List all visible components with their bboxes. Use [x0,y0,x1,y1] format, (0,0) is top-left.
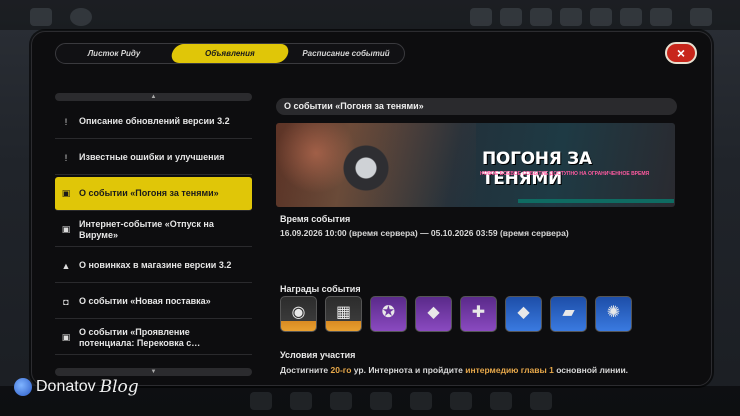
reward-glyph: ✚ [471,304,486,322]
reward-glyph: ▰ [562,304,575,322]
announcement-content: О событии «Погоня за тенями» ПОГОНЯ ЗА Т… [276,98,677,375]
reward-car-pink-icon[interactable]: ◆ [415,296,452,332]
rewards-heading: Награды события [280,284,361,294]
list-item[interactable]: ▲ О новинках в магазине версии 3.2 [55,249,252,283]
gift-icon: ◘ [63,296,69,307]
list-item[interactable]: ◘ О событии «Новая поставка» [55,285,252,319]
hud-icon [530,8,552,26]
calendar-icon: ▣ [61,224,71,234]
bell-icon: ▲ [61,260,71,271]
tab-bar: Листок Риду Объявления Расписание событи… [55,43,405,64]
list-item-label: О событии «Проявление потенциала: Переко… [79,326,201,348]
list-item-label: Интернет-событие «Отпуск на Вируме» [79,218,214,240]
scroll-down-button[interactable]: ▼ [55,368,252,376]
reward-tire-icon[interactable]: ◉ [280,296,317,332]
watermark: Donatov Blog [14,377,139,397]
hud-top-bar [0,0,740,30]
hud-icon [450,392,472,410]
reward-glyph: ◆ [517,304,530,322]
hud-icon [500,8,522,26]
time-text: 16.09.2026 10:00 (время сервера) — 05.10… [280,228,569,238]
hud-icon [330,392,352,410]
close-button[interactable]: × [665,42,697,64]
reward-film-icon[interactable]: ▦ [325,296,362,332]
hud-icon [370,392,392,410]
tab-ridu-sheet[interactable]: Листок Риду [56,44,172,63]
hud-avatar-icon [70,8,92,26]
hud-icon [470,8,492,26]
list-item-label: О новинках в магазине версии 3.2 [79,260,232,270]
rewards-row: ◉ ▦ ✪ ◆ ✚ ◆ ▰ ✺ [280,296,632,332]
conditions-heading: Условия участия [280,350,356,360]
reward-glyph: ◉ [291,304,306,322]
hud-icon [490,392,512,410]
list-item-label: О событии «Новая поставка» [79,296,211,306]
tab-label: Объявления [205,49,255,58]
reward-gear-icon[interactable]: ✪ [370,296,407,332]
tab-announcements[interactable]: Объявления [169,44,291,63]
announcements-panel: Листок Риду Объявления Расписание событи… [31,31,712,386]
content-title: О событии «Погоня за тенями» [276,98,677,115]
reward-wheel-blue-icon[interactable]: ✺ [595,296,632,332]
hud-icon [650,8,672,26]
list-item[interactable]: ! Известные ошибки и улучшения [55,141,252,175]
conditions-pre: Достигните [280,365,331,375]
banner-title: ПОГОНЯ ЗА ТЕНЯМИ [482,149,592,189]
calendar-icon: ▣ [61,332,71,342]
tab-label: Расписание событий [302,49,390,58]
conditions-mid: ур. Интернота и пройдите [351,365,466,375]
banner-artwork [276,123,476,207]
chevron-up-icon: ▲ [150,94,157,100]
reward-glyph: ✺ [606,304,621,322]
banner-accent-bar [518,199,674,203]
hud-icon [250,392,272,410]
reward-glyph: ◆ [427,304,440,322]
list-item-label: Описание обновлений версии 3.2 [79,116,230,126]
list-item[interactable]: ▣ О событии «Проявление потенциала: Пере… [55,321,252,355]
reward-kit-blue-icon[interactable]: ▰ [550,296,587,332]
calendar-icon: ▣ [61,188,71,198]
reward-glyph: ▦ [335,304,352,322]
hud-icon [690,8,712,26]
list-item[interactable]: ! Описание обновлений версии 3.2 [55,105,252,139]
list-item-label: О событии «Погоня за тенями» [79,188,219,198]
chevron-down-icon: ▼ [150,369,157,375]
reward-paint-icon[interactable]: ✚ [460,296,497,332]
event-banner: ПОГОНЯ ЗА ТЕНЯМИ НОВОЕ БОЕВОЕ СОБЫТИЕ ДО… [276,123,675,207]
close-icon: × [676,45,686,61]
hud-icon [290,392,312,410]
hud-icon [560,8,582,26]
tab-event-schedule[interactable]: Расписание событий [288,44,404,63]
list-item[interactable]: ▣ Интернет-событие «Отпуск на Вируме» [55,213,252,247]
hud-icon [530,392,552,410]
alert-icon: ! [64,116,68,127]
list-item-label: Известные ошибки и улучшения [79,152,225,162]
reward-glyph: ✪ [381,304,396,322]
watermark-brand: Donatov [36,378,96,395]
conditions-chapter-link: интермедию главы 1 [465,365,554,375]
time-heading: Время события [280,214,351,224]
watermark-blog: Blog [99,377,139,397]
hud-icon [410,392,432,410]
hud-icon [30,8,52,26]
tab-label: Листок Риду [87,49,141,58]
hud-icon [590,8,612,26]
banner-subtitle: НОВОЕ БОЕВОЕ СОБЫТИЕ ДОСТУПНО НА ОГРАНИЧ… [480,171,650,177]
conditions-post: основной линии. [553,365,629,375]
alert-icon: ! [64,152,68,163]
list-item-selected[interactable]: ▣ О событии «Погоня за тенями» [55,177,252,211]
conditions-level: 20-го [330,365,352,375]
donatov-logo-icon [14,378,32,396]
conditions-text: Достигните 20-го ур. Интернота и пройдит… [280,364,660,376]
announcement-list: ▲ ! Описание обновлений версии 3.2 ! Изв… [55,93,252,376]
reward-car-blue-icon[interactable]: ◆ [505,296,542,332]
scroll-up-button[interactable]: ▲ [55,93,252,101]
hud-icon [620,8,642,26]
